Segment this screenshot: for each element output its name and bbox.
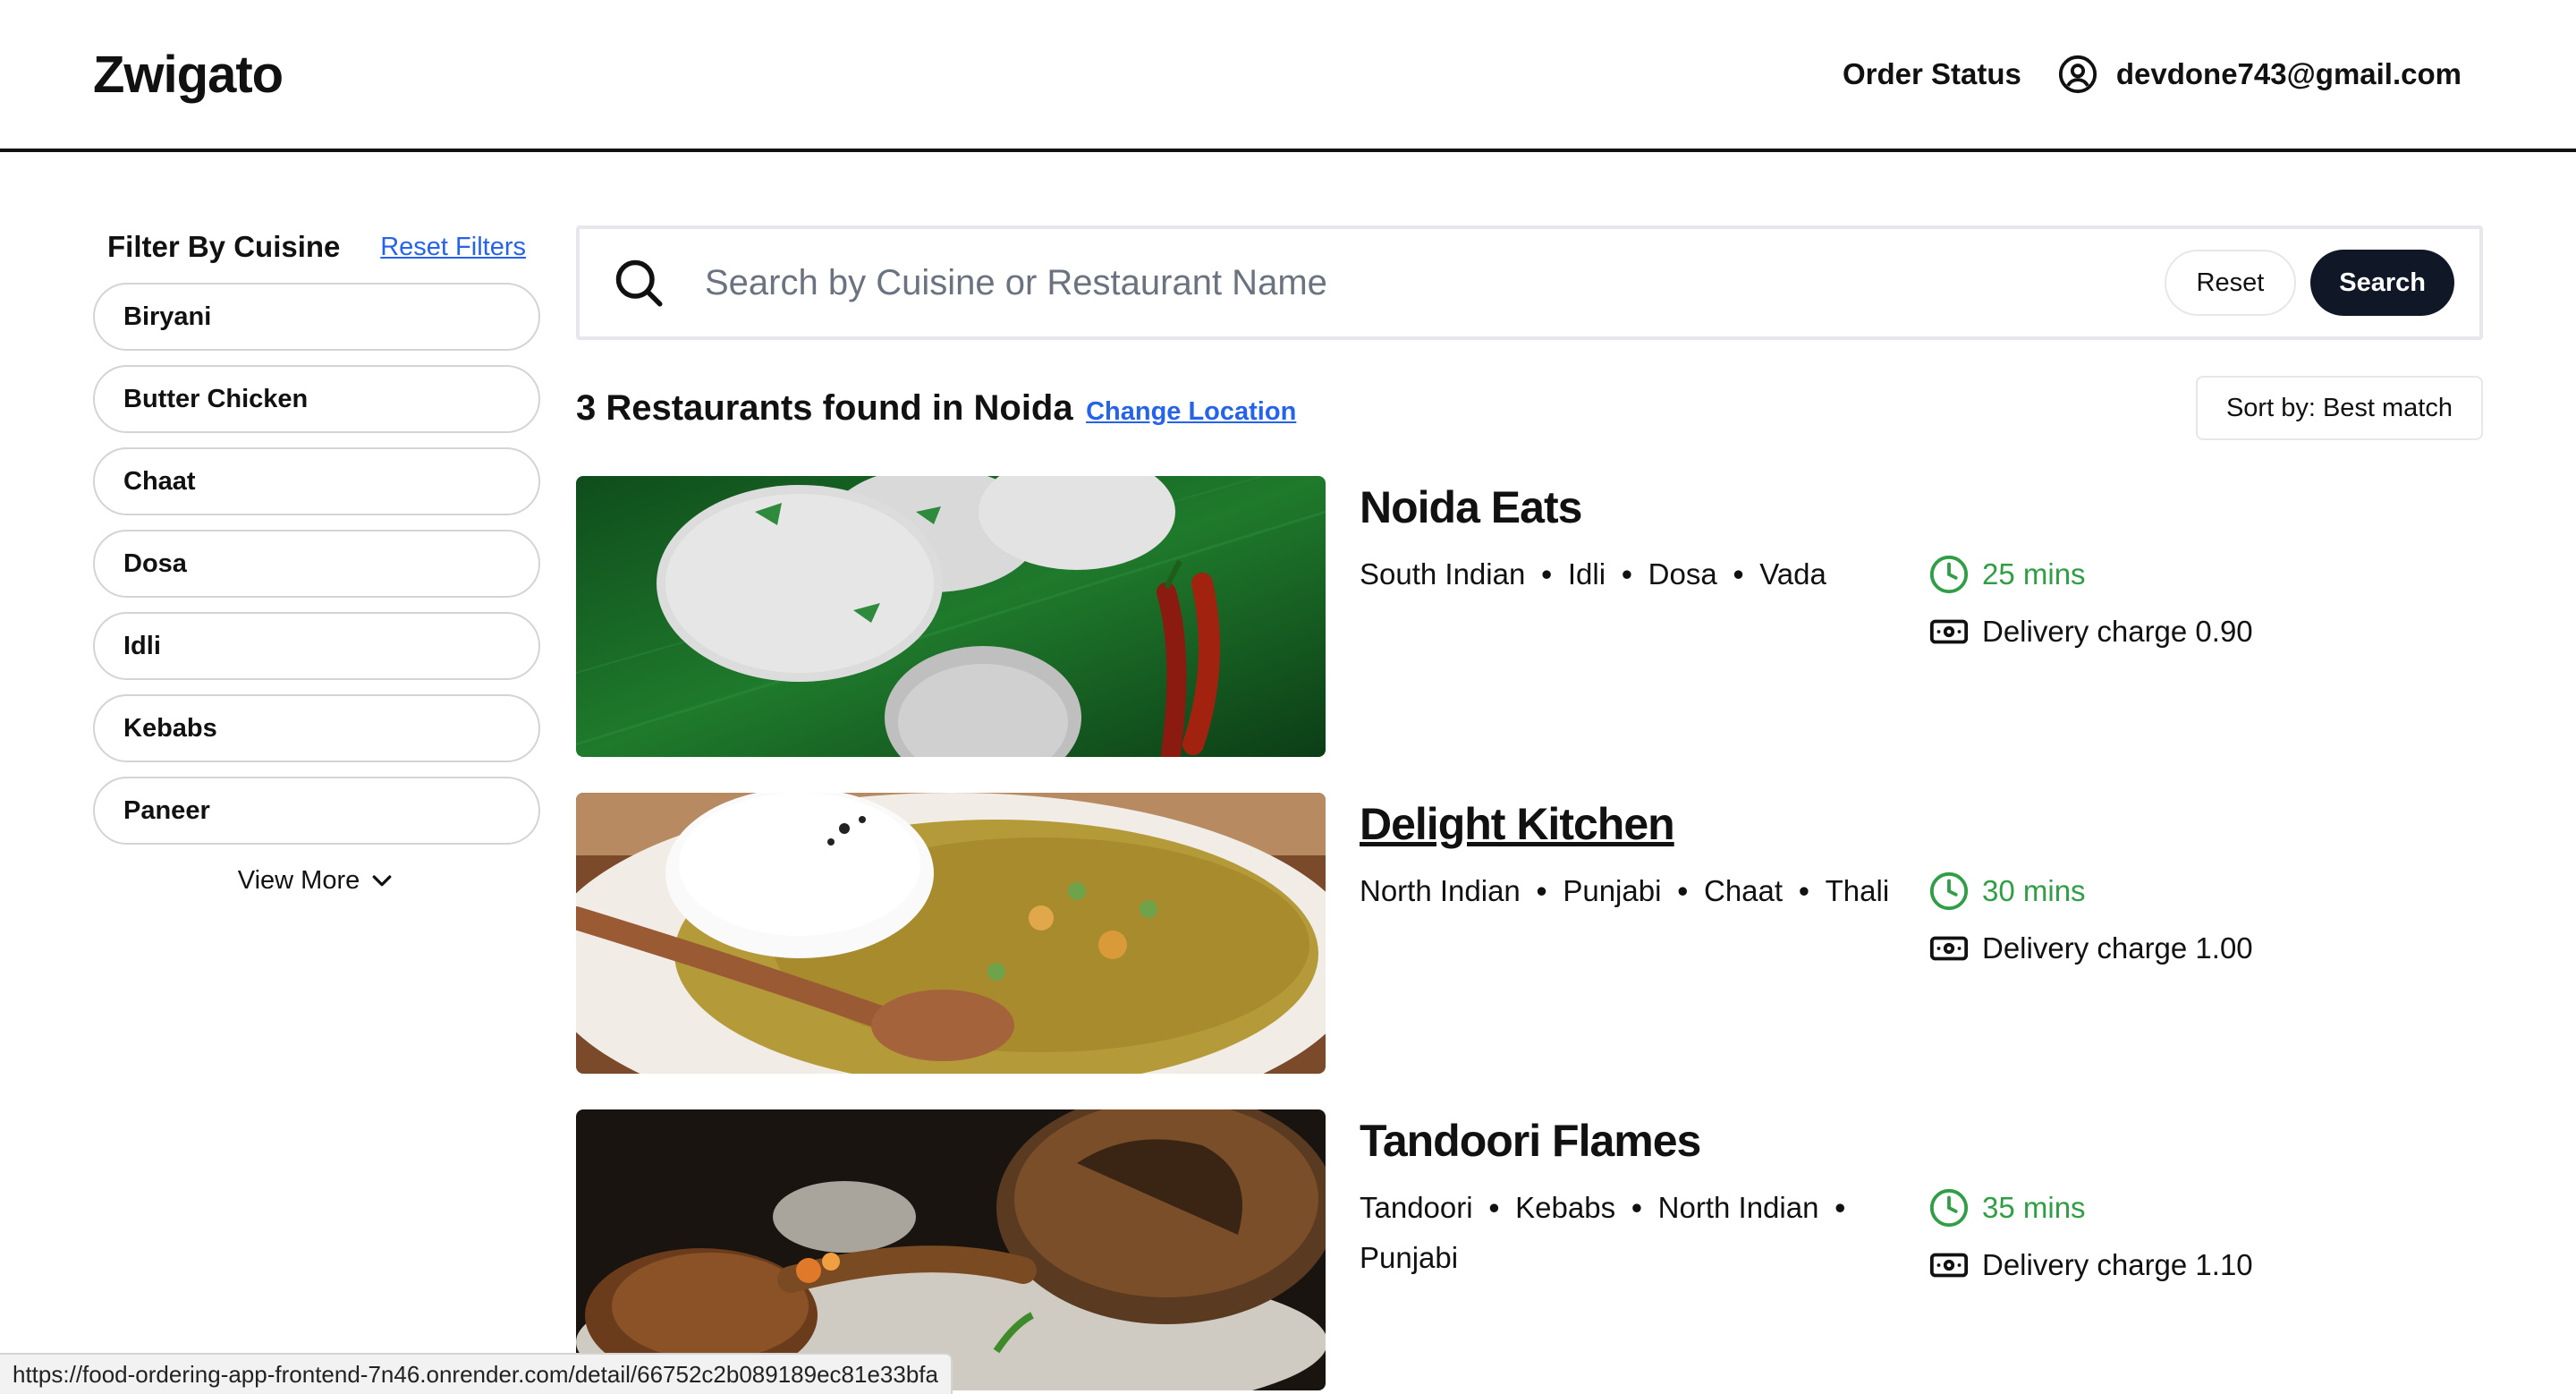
filter-header: Filter By Cuisine Reset Filters: [93, 225, 540, 268]
restaurant-meta: 30 mins Delivery charge 1.00: [1928, 863, 2253, 977]
cuisine-list: Biryani Butter Chicken Chaat Dosa Idli K…: [93, 283, 540, 845]
restaurant-info: Noida Eats: [1360, 481, 1582, 533]
chevron-down-icon: [372, 874, 392, 886]
restaurant-name[interactable]: Noida Eats: [1360, 481, 1582, 533]
sort-dropdown[interactable]: Sort by: Best match: [2195, 376, 2483, 440]
link-preview-status-bar: https://food-ordering-app-frontend-7n46.…: [0, 1353, 953, 1394]
cuisine-tag: Idli: [1567, 557, 1606, 591]
cuisine-filter-sidebar: Filter By Cuisine Reset Filters Biryani …: [93, 225, 540, 896]
restaurant-cuisines: Tandoori • Kebabs • North Indian • Punjabi: [1360, 1183, 1914, 1283]
delivery-time: 30 mins: [1982, 874, 2086, 907]
delivery-time-row: 25 mins: [1928, 546, 2253, 603]
results-count-text: 3 Restaurants found in Noida: [576, 387, 1073, 428]
cuisine-filter-kebabs[interactable]: Kebabs: [93, 694, 540, 762]
user-email: devdone743@gmail.com: [2115, 57, 2462, 90]
restaurant-info: Delight Kitchen: [1360, 798, 1675, 850]
filter-title: Filter By Cuisine: [107, 230, 341, 263]
cuisine-tag: Thali: [1825, 874, 1890, 907]
restaurant-info: Tandoori Flames: [1360, 1115, 1701, 1167]
delivery-charge: Delivery charge 1.10: [1982, 1248, 2253, 1281]
separator-dot: •: [1622, 557, 1632, 591]
results-summary-row: 3 Restaurants found in Noida Change Loca…: [576, 376, 2483, 440]
user-menu[interactable]: devdone743@gmail.com: [2057, 54, 2462, 95]
delivery-time-row: 30 mins: [1928, 863, 2253, 920]
page: Zwigato Order Status devdone743@gmail.co…: [0, 0, 2576, 1394]
restaurant-cuisines: South Indian • Idli • Dosa • Vada: [1360, 549, 1914, 599]
delivery-charge-row: Delivery charge 1.00: [1928, 920, 2253, 977]
cuisine-filter-idli[interactable]: Idli: [93, 612, 540, 680]
cuisine-filter-dosa[interactable]: Dosa: [93, 530, 540, 598]
results-summary: 3 Restaurants found in Noida Change Loca…: [576, 388, 1296, 429]
delivery-time: 25 mins: [1982, 557, 2086, 591]
restaurant-card[interactable]: Tandoori Flames Tandoori • Kebabs • North In…: [576, 1109, 2483, 1390]
search-button[interactable]: Search: [2310, 250, 2454, 316]
separator-dot: •: [1835, 1191, 1845, 1224]
restaurant-name[interactable]: Delight Kitchen: [1360, 798, 1675, 850]
delivery-charge: Delivery charge 0.90: [1982, 615, 2253, 648]
delivery-time-row: 35 mins: [1928, 1179, 2253, 1237]
app-logo[interactable]: Zwigato: [93, 45, 284, 105]
search-input[interactable]: [705, 262, 2165, 303]
cuisine-tag: Kebabs: [1515, 1191, 1616, 1224]
cuisine-tag: North Indian: [1360, 874, 1521, 907]
cuisine-tag: North Indian: [1657, 1191, 1819, 1224]
cuisine-tag: Chaat: [1704, 874, 1784, 907]
clock-icon: [1929, 871, 1969, 911]
restaurant-image[interactable]: [576, 476, 1326, 757]
restaurant-image[interactable]: [576, 793, 1326, 1074]
cuisine-tag: Punjabi: [1360, 1241, 1459, 1274]
user-circle-icon: [2057, 54, 2098, 95]
restaurant-name[interactable]: Tandoori Flames: [1360, 1115, 1701, 1167]
cuisine-filter-butter-chicken[interactable]: Butter Chicken: [93, 365, 540, 433]
separator-dot: •: [1631, 1191, 1642, 1224]
separator-dot: •: [1799, 874, 1809, 907]
separator-dot: •: [1541, 557, 1552, 591]
delivery-charge-row: Delivery charge 0.90: [1928, 603, 2253, 660]
cuisine-tag: Punjabi: [1563, 874, 1662, 907]
cuisine-filter-chaat[interactable]: Chaat: [93, 447, 540, 515]
banknote-icon: [1929, 619, 1969, 644]
cuisine-filter-paneer[interactable]: Paneer: [93, 777, 540, 845]
banknote-icon: [1929, 1253, 1969, 1278]
separator-dot: •: [1733, 557, 1744, 591]
view-more-label: View More: [237, 866, 360, 895]
top-header: Zwigato Order Status devdone743@gmail.co…: [0, 0, 2576, 152]
cuisine-tag: Vada: [1759, 557, 1826, 591]
search-icon: [612, 256, 665, 310]
delivery-charge-row: Delivery charge 1.10: [1928, 1237, 2253, 1294]
cuisine-tag: South Indian: [1360, 557, 1526, 591]
cuisine-filter-biryani[interactable]: Biryani: [93, 283, 540, 351]
restaurant-image[interactable]: [576, 1109, 1326, 1390]
restaurant-meta: 25 mins Delivery charge 0.90: [1928, 546, 2253, 660]
restaurant-meta: 35 mins Delivery charge 1.10: [1928, 1179, 2253, 1294]
restaurant-card[interactable]: Delight Kitchen North Indian • Punjabi • Cha…: [576, 793, 2483, 1074]
restaurant-cuisines: North Indian • Punjabi • Chaat • Thali: [1360, 866, 1914, 916]
banknote-icon: [1929, 936, 1969, 961]
cuisine-tag: Tandoori: [1360, 1191, 1473, 1224]
delivery-time: 35 mins: [1982, 1191, 2086, 1224]
change-location-link[interactable]: Change Location: [1086, 397, 1296, 426]
reset-filters-link[interactable]: Reset Filters: [380, 233, 526, 262]
separator-dot: •: [1536, 874, 1547, 907]
clock-icon: [1929, 555, 1969, 594]
search-bar: Reset Search: [576, 225, 2483, 340]
cuisine-tag: Dosa: [1648, 557, 1717, 591]
separator-dot: •: [1677, 874, 1688, 907]
search-reset-button[interactable]: Reset: [2164, 250, 2297, 316]
clock-icon: [1929, 1188, 1969, 1228]
header-nav: Order Status devdone743@gmail.com: [1843, 54, 2462, 95]
view-more-button[interactable]: View More: [93, 866, 540, 896]
delivery-charge: Delivery charge 1.00: [1982, 931, 2253, 965]
restaurant-card[interactable]: Noida Eats South Indian • Idli • Dosa • Vada 2…: [576, 476, 2483, 757]
separator-dot: •: [1488, 1191, 1500, 1224]
order-status-link[interactable]: Order Status: [1843, 57, 2021, 91]
